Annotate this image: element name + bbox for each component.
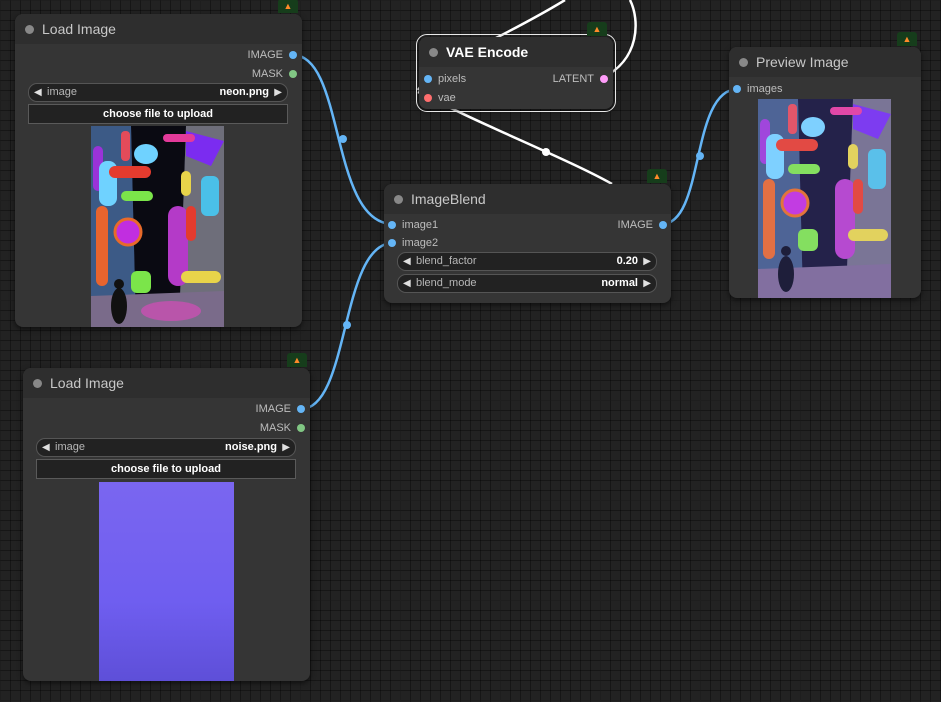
input-pixels-pin[interactable] <box>424 75 432 83</box>
output-image-pin[interactable] <box>659 221 667 229</box>
input-images[interactable]: images <box>733 82 783 96</box>
triangle-left-icon[interactable]: ◀ <box>403 253 411 270</box>
upload-button[interactable]: choose file to upload <box>36 459 296 479</box>
image-preview <box>758 99 891 298</box>
image-preview <box>91 126 224 327</box>
output-image[interactable]: IMAGE <box>617 218 667 232</box>
output-image[interactable]: IMAGE <box>255 402 305 416</box>
widget-value: noise.png <box>225 441 277 453</box>
output-latent-label: LATENT <box>552 73 594 85</box>
collapse-dot-icon[interactable] <box>33 379 42 388</box>
input-pixels-label: pixels <box>438 73 467 85</box>
node-title-text: VAE Encode <box>446 44 529 60</box>
output-image-pin[interactable] <box>289 51 297 59</box>
triangle-left-icon[interactable]: ◀ <box>34 84 42 101</box>
output-image-label: IMAGE <box>617 219 653 231</box>
input-images-label: images <box>747 83 783 95</box>
input-pixels[interactable]: pixels <box>424 72 467 86</box>
output-mask[interactable]: MASK <box>259 421 305 435</box>
output-mask-label: MASK <box>259 422 291 434</box>
input-image1[interactable]: image1 <box>388 218 439 232</box>
vae-encode-node[interactable]: ▲ VAE Encode pixels vae LATENT <box>416 22 616 112</box>
fox-icon: ▲ <box>287 353 307 367</box>
image-preview <box>99 482 234 681</box>
collapse-dot-icon[interactable] <box>739 58 748 67</box>
collapse-dot-icon[interactable] <box>25 25 34 34</box>
widget-label: image <box>47 86 77 98</box>
blend-mode-widget[interactable]: ◀ blend_mode normal ▶ <box>397 274 657 293</box>
input-image1-label: image1 <box>402 219 439 231</box>
blended-image <box>758 99 891 298</box>
image-blend-node[interactable]: ▲ ImageBlend image1 image2 IMAGE ◀ blend… <box>384 169 671 303</box>
triangle-right-icon[interactable]: ▶ <box>282 439 290 456</box>
link-load2-midpoint[interactable] <box>343 321 351 329</box>
output-mask-label: MASK <box>251 68 283 80</box>
output-mask-pin[interactable] <box>289 70 297 78</box>
input-image2-label: image2 <box>402 237 439 249</box>
triangle-right-icon[interactable]: ▶ <box>274 84 282 101</box>
output-mask-pin[interactable] <box>297 424 305 432</box>
upload-button[interactable]: choose file to upload <box>28 104 288 124</box>
output-image-pin[interactable] <box>297 405 305 413</box>
triangle-right-icon[interactable]: ▶ <box>643 253 651 270</box>
input-image2-pin[interactable] <box>388 239 396 247</box>
fox-icon: ▲ <box>897 32 917 46</box>
collapse-dot-icon[interactable] <box>429 48 438 57</box>
link-blend-midpoint[interactable] <box>696 152 704 160</box>
fox-icon: ▲ <box>278 0 298 13</box>
input-image2[interactable]: image2 <box>388 236 439 250</box>
fox-icon: ▲ <box>647 169 667 183</box>
collapse-dot-icon[interactable] <box>394 195 403 204</box>
triangle-left-icon[interactable]: ◀ <box>42 439 50 456</box>
node-title-text: ImageBlend <box>411 191 486 207</box>
widget-value: normal <box>601 277 638 289</box>
output-latent[interactable]: LATENT <box>552 72 608 86</box>
widget-label: image <box>55 441 85 453</box>
neon-image <box>91 126 224 327</box>
output-mask[interactable]: MASK <box>251 67 297 81</box>
link-vae-in[interactable] <box>429 95 613 186</box>
preview-image-node[interactable]: ▲ Preview Image images <box>729 32 921 298</box>
node-title[interactable]: Load Image <box>15 14 302 44</box>
node-title[interactable]: Load Image <box>23 368 310 398</box>
node-title-text: Load Image <box>50 375 124 391</box>
input-vae-pin[interactable] <box>424 94 432 102</box>
node-title[interactable]: ImageBlend <box>384 184 671 214</box>
widget-value: 0.20 <box>616 255 638 267</box>
node-title-text: Preview Image <box>756 54 849 70</box>
load-image-node-1[interactable]: ▲ Load Image IMAGE MASK ◀ image neon.png… <box>15 0 302 327</box>
widget-value: neon.png <box>219 86 270 98</box>
node-title-text: Load Image <box>42 21 116 37</box>
image-combo-widget[interactable]: ◀ image neon.png ▶ <box>28 83 288 102</box>
widget-label: blend_mode <box>416 277 477 289</box>
fox-icon: ▲ <box>587 22 607 36</box>
output-image-label: IMAGE <box>255 403 291 415</box>
image-combo-widget[interactable]: ◀ image noise.png ▶ <box>36 438 296 457</box>
load-image-node-2[interactable]: ▲ Load Image IMAGE MASK ◀ image noise.pn… <box>23 353 310 681</box>
graph-canvas[interactable]: ▲ Load Image IMAGE MASK ◀ image neon.png… <box>0 0 941 702</box>
output-image[interactable]: IMAGE <box>247 48 297 62</box>
input-image1-pin[interactable] <box>388 221 396 229</box>
input-vae[interactable]: vae <box>424 91 456 105</box>
triangle-left-icon[interactable]: ◀ <box>403 275 411 292</box>
node-title[interactable]: Preview Image <box>729 47 921 77</box>
link-load1-midpoint[interactable] <box>339 135 347 143</box>
node-title[interactable]: VAE Encode <box>419 37 613 67</box>
output-image-label: IMAGE <box>247 49 283 61</box>
input-images-pin[interactable] <box>733 85 741 93</box>
widget-label: blend_factor <box>416 255 477 267</box>
output-latent-pin[interactable] <box>600 75 608 83</box>
blend-factor-widget[interactable]: ◀ blend_factor 0.20 ▶ <box>397 252 657 271</box>
input-vae-label: vae <box>438 92 456 104</box>
link-vae-midpoint[interactable] <box>542 148 550 156</box>
triangle-right-icon[interactable]: ▶ <box>643 275 651 292</box>
